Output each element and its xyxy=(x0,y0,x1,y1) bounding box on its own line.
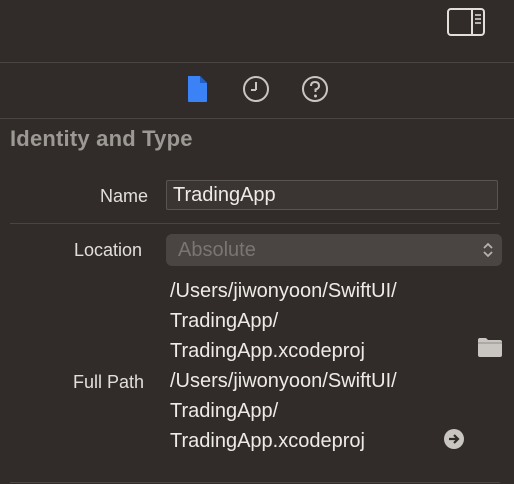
full-path: /Users/jiwonyoon/SwiftUI/ TradingApp/ Tr… xyxy=(170,366,397,456)
section-title: Identity and Type xyxy=(10,126,193,151)
file-inspector-panel: Identity and Type Name TradingApp Locati… xyxy=(0,0,514,484)
divider xyxy=(10,482,500,483)
inspector-tabs xyxy=(0,62,514,119)
location-path-line: TradingApp/ xyxy=(170,310,279,332)
location-select-value: Absolute xyxy=(178,239,256,261)
location-label: Location xyxy=(74,240,143,260)
full-path-line: TradingApp.xcodeproj xyxy=(170,430,365,452)
file-inspector-icon[interactable] xyxy=(183,74,213,104)
full-path-label: Full Path xyxy=(73,372,145,392)
divider xyxy=(10,223,500,224)
name-input[interactable]: TradingApp xyxy=(166,180,498,210)
up-down-chevron-icon xyxy=(483,242,493,258)
inspector-panel-toggle-icon[interactable] xyxy=(446,6,486,38)
inspector-toolbar xyxy=(0,0,514,63)
quick-help-icon[interactable] xyxy=(300,74,330,104)
name-label: Name xyxy=(100,186,149,206)
full-path-line: TradingApp/ xyxy=(170,400,279,422)
history-inspector-icon[interactable] xyxy=(241,74,271,104)
location-path-line: TradingApp.xcodeproj xyxy=(170,340,365,362)
location-select[interactable]: Absolute xyxy=(166,234,502,266)
full-path-line: /Users/jiwonyoon/SwiftUI/ xyxy=(170,370,397,392)
location-path-line: /Users/jiwonyoon/SwiftUI/ xyxy=(170,280,397,302)
folder-icon[interactable] xyxy=(477,336,503,358)
location-path: /Users/jiwonyoon/SwiftUI/ TradingApp/ Tr… xyxy=(170,276,397,366)
reveal-in-finder-arrow-icon[interactable] xyxy=(443,428,465,450)
